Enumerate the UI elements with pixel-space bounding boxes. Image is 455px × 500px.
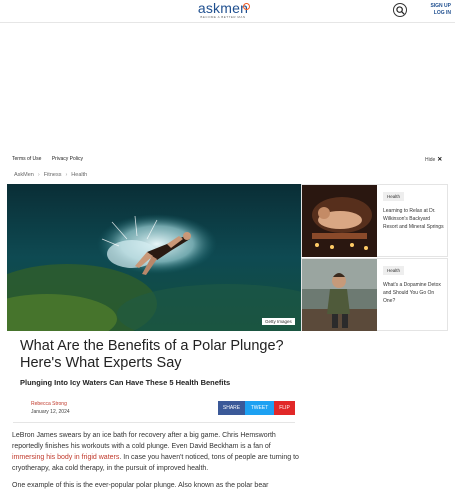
publish-date: January 12, 2024 — [31, 409, 70, 415]
related-thumbnail — [302, 185, 377, 257]
tweet-button[interactable]: TWEET — [245, 401, 274, 415]
article-subtitle: Plunging Into Icy Waters Can Have These … — [20, 378, 231, 387]
related-card[interactable]: Health Learning to Relax at Dr. Wilkinso… — [301, 184, 448, 257]
breadcrumb: AskMen › Fitness › Health — [14, 172, 87, 178]
breadcrumb-health[interactable]: Health — [71, 172, 87, 178]
image-credit: Getty Images — [262, 318, 295, 325]
paragraph-text: LeBron James swears by an ice bath for r… — [12, 432, 276, 450]
top-bar: askmen BECOME A BETTER MAN SIGN UP LOG I… — [0, 0, 455, 23]
terms-of-use-link[interactable]: Terms of Use — [12, 156, 41, 162]
related-title[interactable]: Learning to Relax at Dr. Wilkinson's Bac… — [383, 207, 445, 231]
logo[interactable]: askmen BECOME A BETTER MAN — [188, 1, 258, 20]
log-in-link[interactable]: LOG IN — [425, 10, 451, 17]
related-tag[interactable]: Health — [383, 266, 405, 275]
breadcrumb-fitness[interactable]: Fitness — [44, 172, 62, 178]
policy-links: Terms of Use Privacy Policy — [12, 156, 92, 162]
auth-links: SIGN UP LOG IN — [425, 3, 451, 17]
paragraph: LeBron James swears by an ice bath for r… — [12, 430, 300, 474]
privacy-policy-link[interactable]: Privacy Policy — [52, 156, 83, 162]
article-title: What Are the Benefits of a Polar Plunge?… — [20, 338, 284, 371]
related-tag[interactable]: Health — [383, 192, 405, 201]
breadcrumb-askmen[interactable]: AskMen — [14, 172, 34, 178]
search-icon — [396, 6, 405, 15]
article-body: LeBron James swears by an ice bath for r… — [12, 430, 300, 497]
search-button[interactable] — [393, 3, 407, 17]
related-title[interactable]: What's a Dopamine Detox and Should You G… — [383, 281, 445, 305]
related-thumbnail — [302, 259, 377, 331]
author-link[interactable]: Rebecca Strong — [31, 401, 67, 407]
hero-image — [7, 184, 301, 331]
hide-button[interactable]: Hide ✕ — [425, 156, 442, 163]
paragraph: One example of this is the ever-popular … — [12, 482, 269, 489]
sign-up-link[interactable]: SIGN UP — [425, 3, 451, 10]
chevron-right-icon: › — [37, 172, 40, 178]
divider — [13, 422, 295, 423]
close-icon: ✕ — [437, 157, 443, 163]
share-button[interactable]: SHARE — [218, 401, 245, 415]
ad-space — [0, 23, 455, 153]
related-card[interactable]: Health What's a Dopamine Detox and Shoul… — [301, 258, 448, 331]
flip-button[interactable]: FLIP — [274, 401, 295, 415]
logo-mark-icon — [243, 3, 250, 10]
chevron-right-icon: › — [65, 172, 68, 178]
hide-label: Hide — [425, 157, 436, 163]
inline-link[interactable]: immersing his body in frigid waters — [12, 454, 119, 461]
